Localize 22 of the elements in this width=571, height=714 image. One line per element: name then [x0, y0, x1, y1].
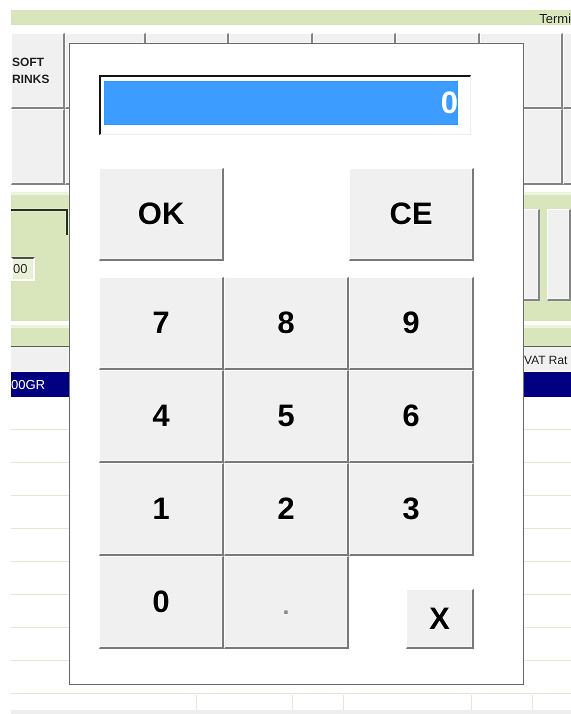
keypad-key[interactable]: 3 [349, 463, 474, 556]
keypad-key[interactable]: 5 [224, 370, 349, 463]
category-button[interactable] [11, 109, 65, 185]
terminal-label: Termi [539, 12, 571, 25]
ok-button[interactable]: OK [99, 168, 224, 261]
keypad-key[interactable]: 9 [349, 277, 474, 370]
category-button[interactable]: SOFT RINKS [11, 33, 65, 109]
clear-button[interactable]: CE [349, 168, 474, 261]
close-button[interactable]: X [406, 589, 474, 649]
table-cell: 00GR [11, 377, 45, 392]
display-value: 0 [104, 81, 458, 125]
keypad-key[interactable]: 2 [224, 463, 349, 556]
column-header: VAT Rat [524, 353, 568, 367]
keypad-key[interactable]: 1 [99, 463, 224, 556]
keypad-key[interactable]: 4 [99, 370, 224, 463]
keypad-key[interactable]: 8 [224, 277, 349, 370]
panel-button[interactable] [547, 209, 571, 301]
keypad-key[interactable]: 0 [99, 556, 224, 649]
keypad-key[interactable]: 7 [99, 277, 224, 370]
keypad-key[interactable]: 6 [349, 370, 474, 463]
input-field[interactable] [11, 209, 68, 235]
quantity-field[interactable]: 00 [11, 257, 35, 281]
